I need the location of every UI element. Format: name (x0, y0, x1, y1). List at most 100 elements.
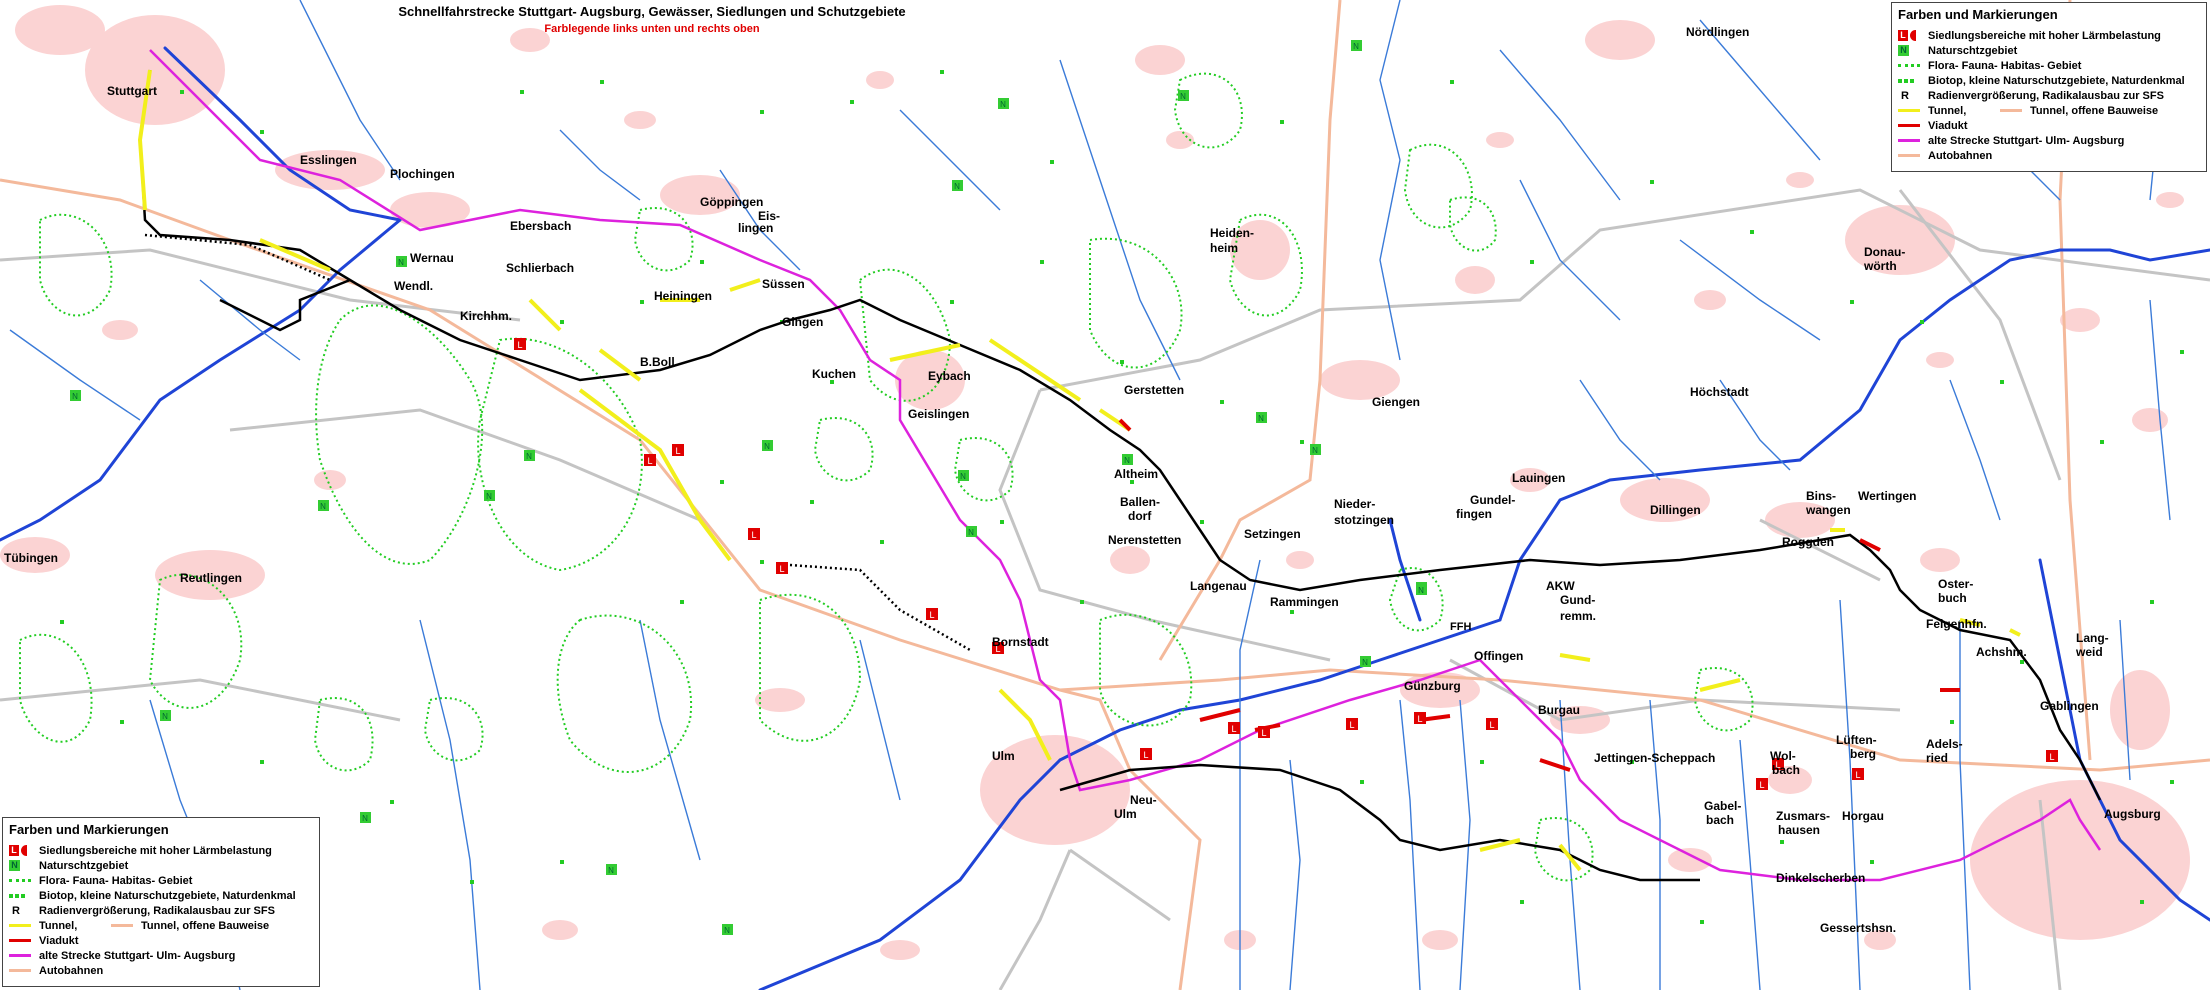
place-label: Gabel- (1704, 799, 1741, 813)
legend-heading: Farben und Markierungen (1898, 7, 2058, 22)
legend-row-noise: L Siedlungsbereiche mit hoher Lärmbelast… (1898, 28, 2200, 43)
legend-bottom-left: Farben und Markierungen L Siedlungsberei… (2, 817, 320, 987)
svg-text:N: N (526, 452, 532, 461)
ffh-dots-icon (9, 879, 31, 882)
place-label: Tübingen (4, 551, 58, 565)
legend-label: Naturschtzgebiet (1928, 44, 2018, 57)
reserve-markers: N N N N N N N N N N N N N N N N N N N N … (70, 40, 1427, 935)
svg-text:N: N (1180, 92, 1186, 101)
place-label: lingen (738, 221, 773, 235)
svg-text:N: N (486, 492, 492, 501)
place-label: Rammingen (1270, 595, 1339, 609)
svg-text:L: L (1261, 728, 1266, 738)
place-label: bach (1772, 763, 1800, 777)
place-label: Zusmars- (1776, 809, 1830, 823)
svg-text:N: N (954, 182, 960, 191)
place-label: wörth (1863, 259, 1897, 273)
svg-text:L: L (675, 446, 680, 456)
svg-text:N: N (764, 442, 770, 451)
place-label: Gund- (1560, 593, 1595, 607)
place-label: Wendl. (394, 279, 433, 293)
place-label: Giengen (1372, 395, 1420, 409)
place-label: Süssen (762, 277, 805, 291)
place-label: Ballen- (1120, 495, 1160, 509)
place-label: Wertingen (1858, 489, 1916, 503)
legend-row-viaduct: Viadukt (9, 933, 313, 948)
place-label: Göppingen (700, 195, 763, 209)
legend-label: Tunnel, (1928, 104, 1967, 117)
reserve-marker: N (1351, 40, 1362, 51)
noise-half-icon (1910, 30, 1916, 41)
legend-label: Autobahnen (39, 964, 104, 977)
place-label: remm. (1560, 609, 1596, 623)
noise-half-icon (21, 845, 27, 856)
svg-text:L: L (517, 340, 522, 350)
legend-label: Siedlungsbereiche mit hoher Lärmbelastun… (1928, 29, 2161, 42)
place-label: Lauingen (1512, 471, 1565, 485)
legend-label: Tunnel, offene Bauweise (141, 919, 270, 932)
map-subtitle: Farblegende links unten und rechts oben (544, 23, 759, 35)
legend-row-ffh: Flora- Fauna- Habitas- Gebiet (9, 873, 313, 888)
stream-network (9, 0, 2171, 990)
svg-text:L: L (929, 610, 934, 620)
reserve-icon: N (1898, 45, 1909, 56)
legend-row-tunnel: Tunnel, Tunnel, offene Bauweise (1898, 103, 2200, 118)
legend-row-old-line: alte Strecke Stuttgart- Ulm- Augsburg (1898, 133, 2200, 148)
reserve-marker: N (160, 710, 171, 721)
place-label: Gessertshsn. (1820, 921, 1896, 935)
tunnel-dotted-sections (144, 233, 971, 652)
place-label: Feigenhfn. (1926, 617, 1987, 631)
svg-text:L: L (1143, 750, 1148, 760)
place-label: Gablingen (2040, 699, 2099, 713)
noise-marker: L (1486, 718, 1498, 730)
reserve-marker: N (952, 180, 963, 191)
reserve-marker: N (958, 470, 969, 481)
place-label: Dillingen (1650, 503, 1701, 517)
noise-icon: L (1898, 30, 1908, 41)
reserve-icon: N (9, 860, 20, 871)
noise-marker: L (1346, 718, 1358, 730)
place-label: Adels- (1926, 737, 1963, 751)
legend-row-autobahn: Autobahnen (1898, 148, 2200, 163)
svg-text:N: N (362, 814, 368, 823)
place-label: Langenau (1190, 579, 1247, 593)
map-title: Schnellfahrstrecke Stuttgart- Augsburg, … (398, 4, 905, 19)
legend-row-autobahn: Autobahnen (9, 963, 313, 978)
place-label: Stuttgart (107, 84, 157, 98)
reserve-marker: N (722, 924, 733, 935)
svg-text:N: N (1258, 414, 1264, 423)
reserve-marker: N (396, 256, 407, 267)
legend-row-ffh: Flora- Fauna- Habitas- Gebiet (1898, 58, 2200, 73)
place-label: Wol- (1770, 749, 1796, 763)
svg-text:L: L (779, 564, 784, 574)
place-label: heim (1210, 241, 1238, 255)
svg-text:L: L (751, 530, 756, 540)
place-label: B.Boll (640, 355, 675, 369)
legend-label: Tunnel, (39, 919, 78, 932)
svg-text:L: L (1231, 724, 1236, 734)
place-label: Plochingen (390, 167, 455, 181)
place-label: dorf (1128, 509, 1152, 523)
legend-label: alte Strecke Stuttgart- Ulm- Augsburg (1928, 134, 2125, 147)
place-label: wangen (1805, 503, 1851, 517)
place-label: Ulm (992, 749, 1015, 763)
svg-text:N: N (968, 528, 974, 537)
svg-text:N: N (608, 866, 614, 875)
place-label: Reutlingen (180, 571, 242, 585)
legend-label: Autobahnen (1928, 149, 1993, 162)
place-label: ried (1926, 751, 1948, 765)
place-label: Horgau (1842, 809, 1884, 823)
place-label: buch (1938, 591, 1967, 605)
place-label: Lang- (2076, 631, 2109, 645)
legend-row-reserve: N Naturschtzgebiet (9, 858, 313, 873)
svg-text:N: N (1418, 586, 1424, 595)
reserve-marker: N (1310, 444, 1321, 455)
place-label: Altheim (1114, 467, 1158, 481)
place-label: Höchstadt (1690, 385, 1749, 399)
place-label: Bornstadt (992, 635, 1049, 649)
svg-text:L: L (1489, 720, 1494, 730)
legend-row-radius: R Radienvergrößerung, Radikalausbau zur … (9, 903, 313, 918)
svg-text:L: L (1417, 714, 1422, 724)
legend-label: Biotop, kleine Naturschutzgebiete, Natur… (39, 889, 296, 902)
legend-label: Radienvergrößerung, Radikalausbau zur SF… (1928, 89, 2164, 102)
